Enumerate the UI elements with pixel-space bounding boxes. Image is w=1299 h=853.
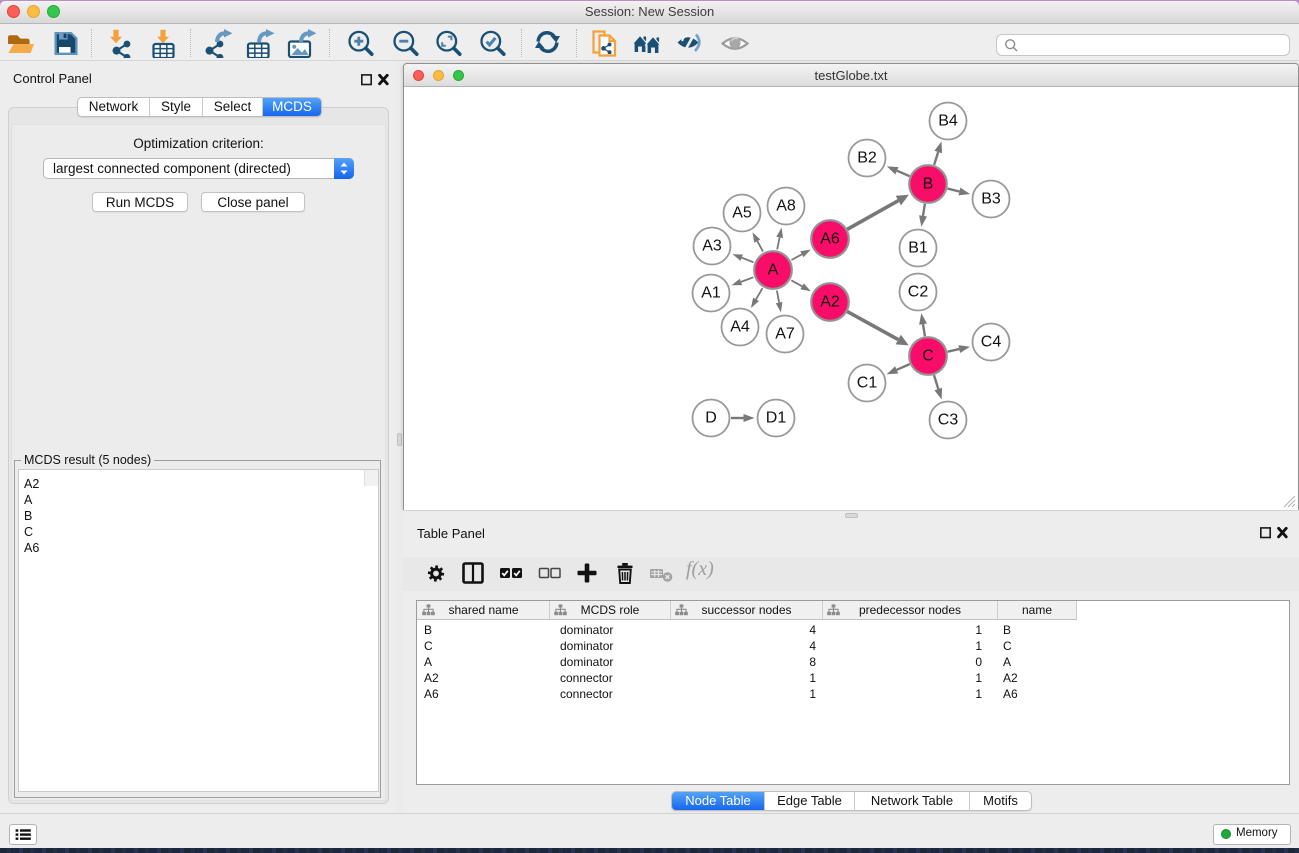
svg-text:D1: D1 (766, 410, 787, 427)
svg-text:B2: B2 (857, 150, 877, 167)
svg-text:A4: A4 (730, 319, 750, 336)
svg-text:C: C (922, 348, 934, 365)
svg-text:D: D (705, 410, 717, 427)
svg-text:C4: C4 (981, 334, 1002, 351)
svg-text:C3: C3 (938, 412, 959, 429)
svg-text:B1: B1 (908, 240, 928, 257)
svg-text:A1: A1 (701, 285, 721, 302)
svg-text:A2: A2 (820, 294, 840, 311)
svg-text:B: B (923, 176, 934, 193)
svg-text:B3: B3 (981, 191, 1001, 208)
svg-text:C1: C1 (857, 375, 878, 392)
svg-text:B4: B4 (938, 113, 958, 130)
svg-text:A5: A5 (732, 205, 752, 222)
svg-text:C2: C2 (908, 284, 929, 301)
svg-text:A6: A6 (820, 231, 840, 248)
svg-text:A8: A8 (776, 198, 796, 215)
svg-text:A: A (768, 262, 779, 279)
svg-text:A7: A7 (775, 326, 795, 343)
svg-text:A3: A3 (702, 238, 722, 255)
